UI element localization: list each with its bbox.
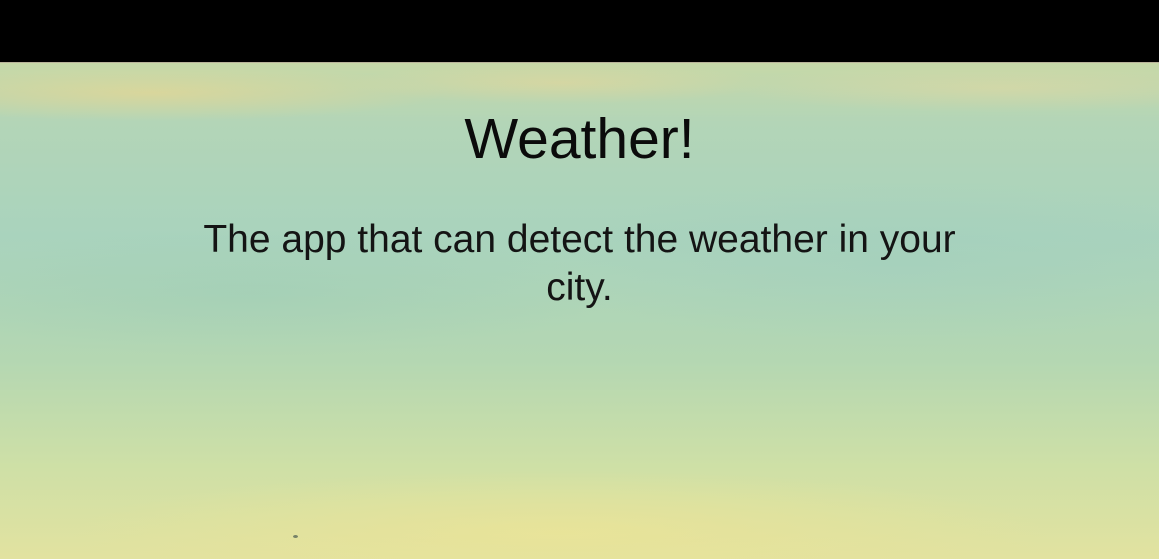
background-speck	[293, 535, 298, 538]
top-bar	[0, 0, 1159, 63]
page-subtitle: The app that can detect the weather in y…	[203, 218, 956, 309]
page-title: Weather!	[464, 107, 695, 171]
